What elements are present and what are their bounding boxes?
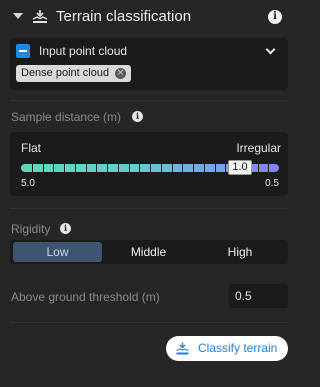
divider (10, 100, 288, 101)
panel-title: Terrain classification (56, 8, 192, 25)
slider-tick (85, 164, 87, 172)
slider-min-value: 5.0 (21, 178, 35, 189)
slider-tick (74, 164, 76, 172)
slider-tick (64, 164, 65, 172)
panel-header[interactable]: Terrain classification i (0, 0, 298, 34)
slider-tick (203, 164, 205, 172)
sample-distance-slider[interactable]: Flat Irregular 1.0 5.0 0.5 (10, 132, 288, 196)
slider-tick (160, 164, 162, 172)
slider-tick (117, 164, 119, 172)
slider-flat-label: Flat (21, 141, 42, 155)
chevron-down-icon[interactable] (265, 44, 276, 55)
rigidity-info-icon[interactable]: i (60, 223, 71, 234)
classify-terrain-label: Classify terrain (198, 341, 278, 355)
slider-irregular-label: Irregular (236, 141, 281, 155)
threshold-label: Above ground threshold (m) (11, 290, 160, 304)
slider-tick (53, 164, 55, 172)
slider-tick (107, 164, 108, 172)
slider-tick (268, 164, 270, 172)
slider-tick (225, 164, 227, 172)
slider-tick (214, 164, 216, 172)
rigidity-label: Rigidity (11, 222, 51, 236)
close-circle-icon[interactable]: × (115, 68, 127, 79)
rigidity-option-middle[interactable]: Middle (104, 242, 193, 262)
terrain-icon (176, 342, 189, 355)
slider-max-value: 0.5 (265, 178, 279, 189)
slider-tick (193, 164, 194, 172)
slider-tick (128, 164, 130, 172)
chip-label: Dense point cloud (21, 67, 110, 79)
terrain-icon (32, 10, 48, 23)
slider-tick (257, 164, 259, 172)
divider (10, 322, 288, 323)
slider-handle[interactable]: 1.0 (228, 160, 252, 175)
selected-chip: Dense point cloud × (16, 65, 132, 82)
input-label: Input point cloud (39, 44, 128, 58)
collapse-arrow-icon[interactable] (13, 13, 23, 19)
slider-tick (31, 164, 33, 172)
rigidity-segmented-control[interactable]: Low Middle High (10, 240, 288, 264)
slider-tick (150, 164, 151, 172)
classify-terrain-button[interactable]: Classify terrain (166, 336, 288, 361)
rigidity-option-high[interactable]: High (195, 242, 285, 262)
threshold-input[interactable]: 0.5 (229, 284, 288, 308)
input-point-cloud-selector[interactable]: Input point cloud Dense point cloud × (10, 38, 288, 90)
divider (10, 208, 288, 209)
slider-tick (96, 164, 98, 172)
info-icon[interactable]: i (268, 10, 282, 24)
slider-tick (171, 164, 173, 172)
slider-tick (42, 164, 44, 172)
slider-tick (182, 164, 184, 172)
slider-tick (139, 164, 141, 172)
input-checkbox[interactable] (16, 44, 30, 58)
sample-distance-label: Sample distance (m) (11, 110, 122, 124)
sample-distance-info-icon[interactable]: i (132, 111, 143, 122)
rigidity-option-low[interactable]: Low (13, 242, 102, 262)
